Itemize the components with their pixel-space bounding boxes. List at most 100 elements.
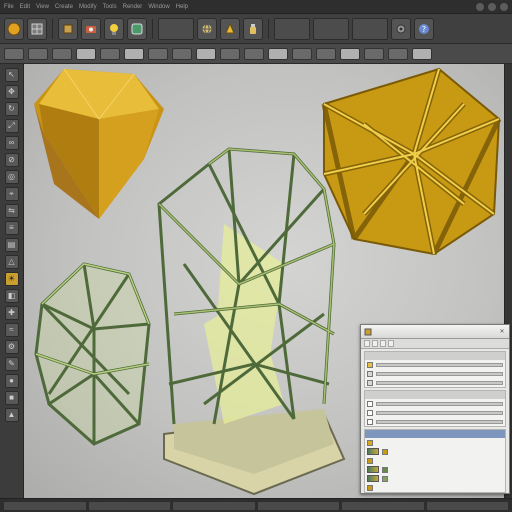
command-button[interactable]: [340, 47, 360, 60]
swatch[interactable]: [367, 457, 373, 464]
menu-item-view[interactable]: View: [36, 4, 49, 10]
menu-item-edit[interactable]: Edit: [20, 4, 30, 10]
help-icon[interactable]: ?: [414, 17, 434, 40]
rotate-icon[interactable]: ↻: [4, 102, 19, 116]
camera-icon[interactable]: ◧: [4, 289, 19, 303]
swatch[interactable]: [367, 361, 373, 368]
material-row[interactable]: [365, 474, 505, 483]
swatch[interactable]: [382, 466, 388, 473]
panel-tab[interactable]: [380, 340, 386, 347]
parameter-row[interactable]: [365, 369, 505, 378]
option-row[interactable]: [365, 417, 505, 426]
value-slider[interactable]: [376, 380, 503, 385]
panel-titlebar[interactable]: ✕: [361, 325, 509, 339]
camera-icon[interactable]: [81, 17, 101, 40]
bottle-icon[interactable]: [243, 17, 263, 40]
toolbar-wide-button[interactable]: [313, 17, 349, 40]
mirror-icon[interactable]: ⇋: [4, 204, 19, 218]
light-icon[interactable]: [104, 17, 124, 40]
shape-icon[interactable]: △: [4, 255, 19, 269]
maximize-icon[interactable]: [488, 2, 496, 11]
swatch[interactable]: [367, 439, 373, 446]
panel-tab[interactable]: [364, 340, 370, 347]
command-button[interactable]: [196, 47, 216, 60]
material-row[interactable]: [365, 447, 505, 456]
align-icon[interactable]: ≡: [4, 221, 19, 235]
command-button[interactable]: [52, 47, 72, 60]
option-row[interactable]: [365, 399, 505, 408]
unlink-icon[interactable]: ⊘: [4, 153, 19, 167]
render-icon[interactable]: [127, 17, 147, 40]
grid-icon[interactable]: [27, 17, 47, 40]
command-button[interactable]: [316, 47, 336, 60]
material-thumbnail[interactable]: [367, 466, 379, 473]
globe-icon[interactable]: [197, 17, 217, 40]
menu-item-tools[interactable]: Tools: [103, 4, 117, 10]
value-slider[interactable]: [376, 371, 503, 376]
swatch[interactable]: [367, 484, 373, 491]
menu-item-window[interactable]: Window: [148, 4, 169, 10]
material-row[interactable]: [365, 483, 505, 492]
material-icon[interactable]: [220, 17, 240, 40]
swatch[interactable]: [367, 370, 373, 377]
menu-item-file[interactable]: File: [4, 4, 14, 10]
paint-icon[interactable]: ✎: [4, 357, 19, 371]
panel-tab[interactable]: [372, 340, 378, 347]
material-row[interactable]: [365, 456, 505, 465]
parameter-row[interactable]: [365, 360, 505, 369]
parameter-row[interactable]: [365, 378, 505, 387]
box-icon[interactable]: ■: [4, 391, 19, 405]
minimize-icon[interactable]: [476, 2, 484, 11]
select-icon[interactable]: ↖: [4, 68, 19, 82]
checkbox[interactable]: [367, 418, 373, 425]
scale-icon[interactable]: ⤢: [4, 119, 19, 133]
material-row[interactable]: [365, 438, 505, 447]
command-button[interactable]: [148, 47, 168, 60]
move-icon[interactable]: ✥: [4, 85, 19, 99]
snap-icon[interactable]: ⌖: [4, 187, 19, 201]
section-header[interactable]: [365, 430, 505, 438]
system-icon[interactable]: ⚙: [4, 340, 19, 354]
menu-item-help[interactable]: Help: [176, 4, 188, 10]
command-button[interactable]: [124, 47, 144, 60]
command-button[interactable]: [100, 47, 120, 60]
option-row[interactable]: [365, 408, 505, 417]
sphere-icon[interactable]: ●: [4, 374, 19, 388]
panel-tab[interactable]: [388, 340, 394, 347]
command-button[interactable]: [28, 47, 48, 60]
helper-icon[interactable]: ✚: [4, 306, 19, 320]
command-button[interactable]: [4, 47, 24, 60]
command-button[interactable]: [76, 47, 96, 60]
material-row[interactable]: [365, 465, 505, 474]
swatch[interactable]: [382, 448, 388, 455]
value-slider[interactable]: [376, 362, 503, 367]
menu-item-create[interactable]: Create: [55, 4, 73, 10]
command-button[interactable]: [220, 47, 240, 60]
value-field[interactable]: [376, 410, 503, 415]
gold-wire-icosahedron-object[interactable]: [321, 67, 502, 256]
box-icon[interactable]: [58, 17, 78, 40]
checkbox[interactable]: [367, 400, 373, 407]
swatch[interactable]: [382, 475, 388, 482]
menu-item-modify[interactable]: Modify: [79, 4, 97, 10]
material-thumbnail[interactable]: [367, 448, 379, 455]
command-button[interactable]: [268, 47, 288, 60]
command-button[interactable]: [388, 47, 408, 60]
toolbar-wide-button[interactable]: [352, 17, 388, 40]
toolbar-wide-button[interactable]: [274, 17, 310, 40]
warp-icon[interactable]: ≈: [4, 323, 19, 337]
material-thumbnail[interactable]: [367, 475, 379, 482]
light-icon[interactable]: ☀: [4, 272, 19, 286]
command-button[interactable]: [364, 47, 384, 60]
command-button[interactable]: [172, 47, 192, 60]
value-field[interactable]: [376, 419, 503, 424]
section-header[interactable]: [365, 391, 505, 399]
settings-icon[interactable]: [391, 17, 411, 40]
green-wire-cage-object[interactable]: [34, 262, 151, 446]
close-icon[interactable]: ✕: [498, 328, 506, 336]
command-button[interactable]: [244, 47, 264, 60]
menu-item-render[interactable]: Render: [123, 4, 143, 10]
command-button[interactable]: [292, 47, 312, 60]
cone-icon[interactable]: ▲: [4, 408, 19, 422]
layer-icon[interactable]: ▤: [4, 238, 19, 252]
